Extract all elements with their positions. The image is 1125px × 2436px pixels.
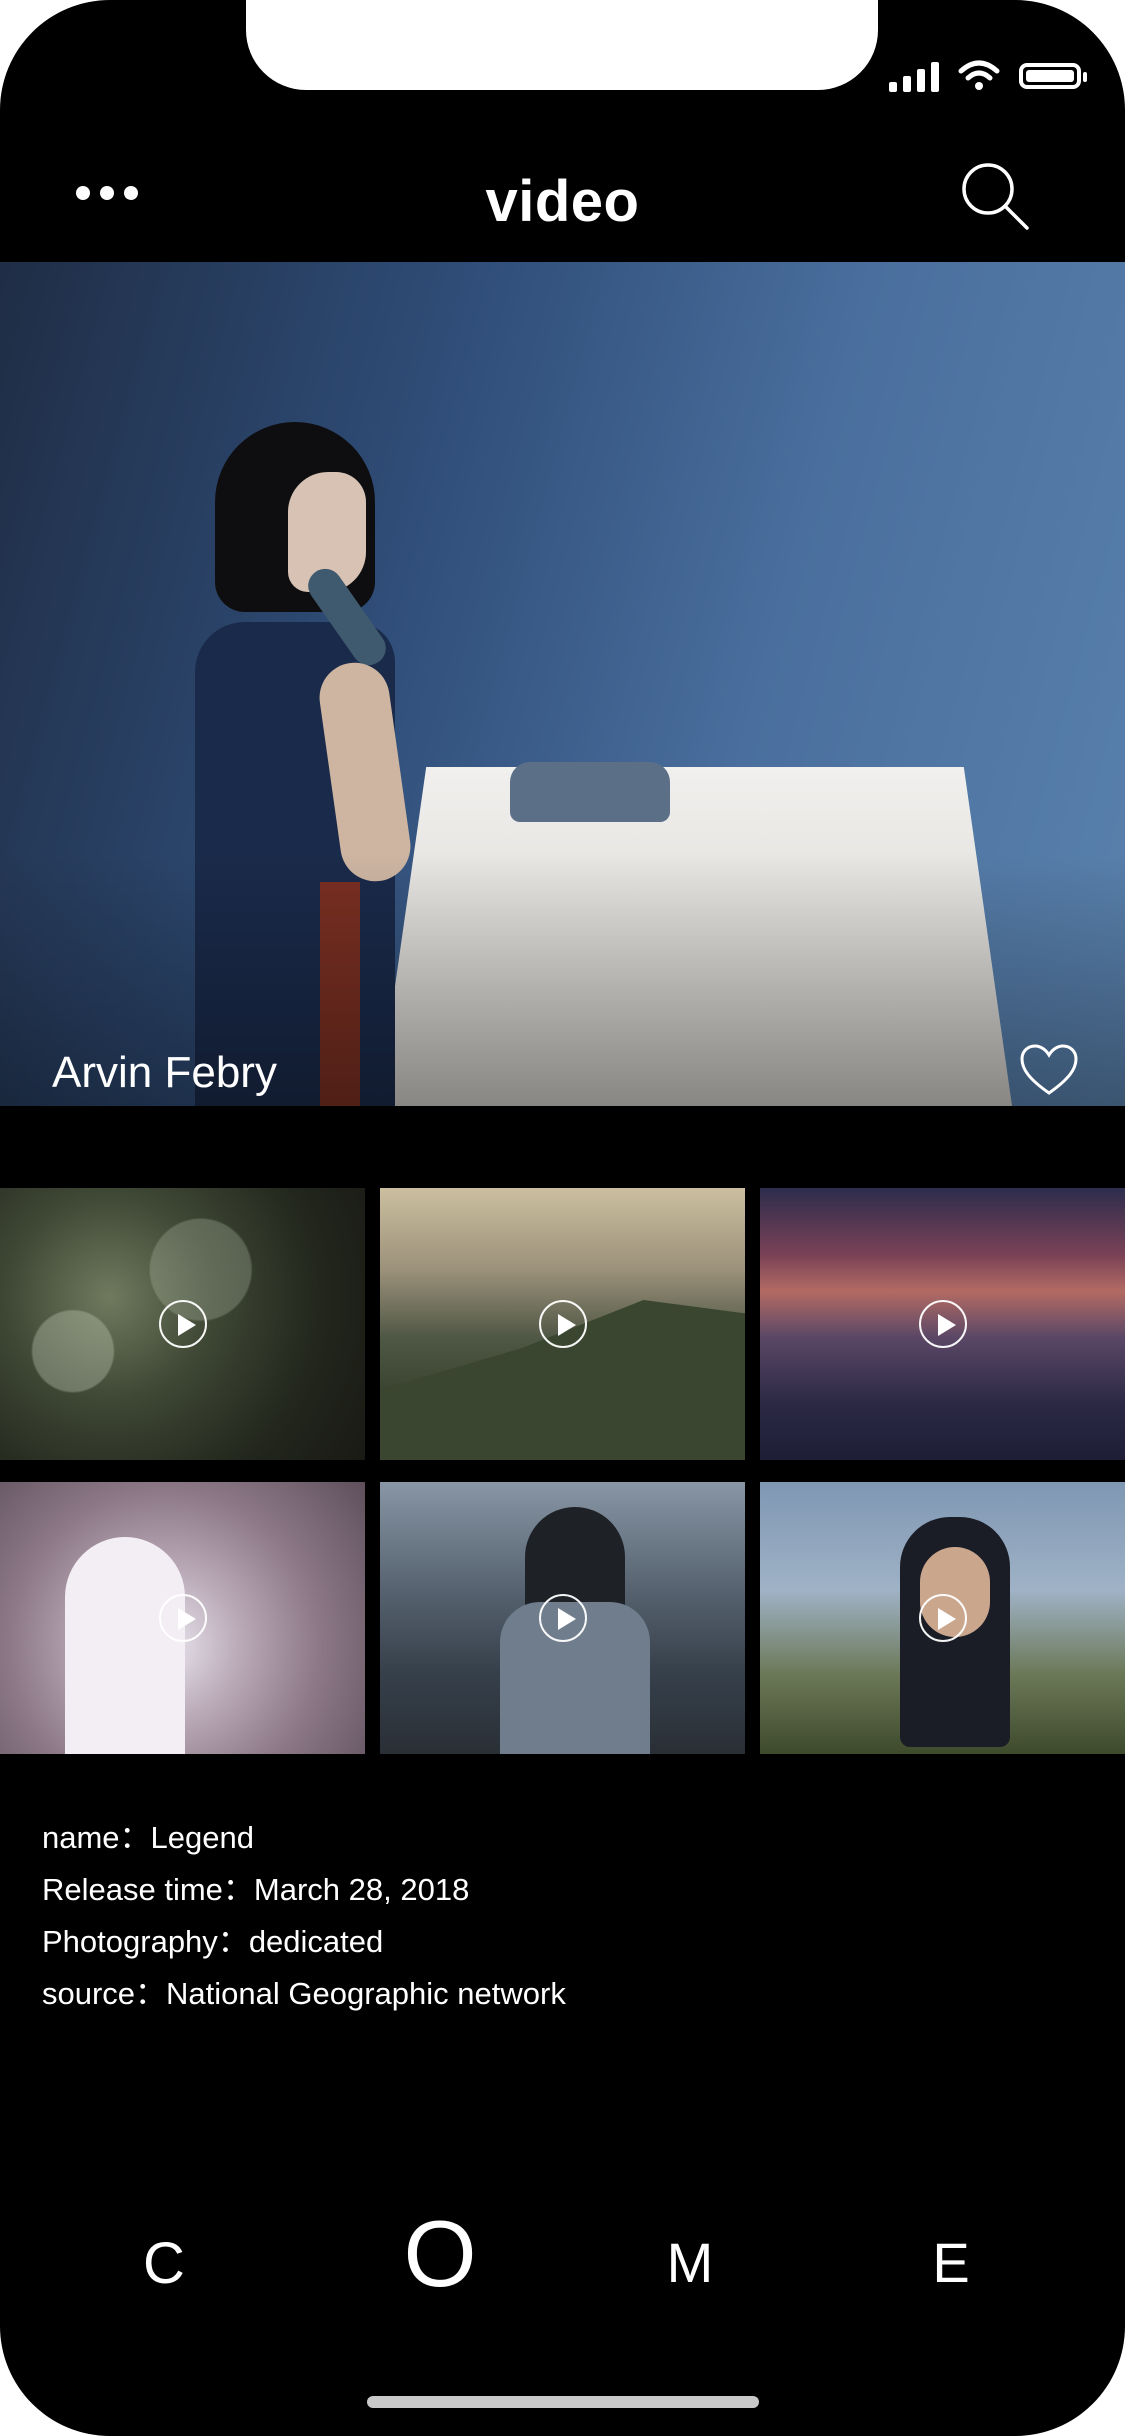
info-photography-value: dedicated <box>248 1924 384 1959</box>
search-icon[interactable] <box>957 158 1033 239</box>
bottom-nav: C O M E <box>0 2200 1125 2320</box>
video-grid <box>0 1188 1125 1754</box>
home-indicator[interactable] <box>367 2396 759 2408</box>
info-release-value: March 28, 2018 <box>253 1872 470 1907</box>
video-tile[interactable] <box>0 1188 365 1460</box>
video-info: name：Legend Release time：March 28, 2018 … <box>42 1812 566 2020</box>
cellular-signal-icon <box>889 60 939 92</box>
info-source-value: National Geographic network <box>166 1976 566 2011</box>
video-tile[interactable] <box>380 1482 745 1754</box>
nav-item-o[interactable]: O <box>403 2200 476 2308</box>
heart-icon[interactable] <box>1019 1043 1079 1102</box>
play-circle-icon[interactable] <box>158 1300 207 1348</box>
nav-item-c[interactable]: C <box>143 2230 185 2297</box>
phone-screen: video Arvin Febry name：Legend Release ti… <box>0 0 1125 2436</box>
notch <box>246 0 878 90</box>
play-circle-icon[interactable] <box>538 1300 587 1348</box>
info-name-value: Legend <box>150 1820 254 1855</box>
video-tile[interactable] <box>0 1482 365 1754</box>
info-release-label: Release time： <box>42 1872 254 1907</box>
info-name-label: name： <box>42 1820 151 1855</box>
play-circle-icon[interactable] <box>918 1594 967 1642</box>
hero-caption: Arvin Febry <box>52 1048 277 1097</box>
nav-item-m[interactable]: M <box>667 2230 714 2295</box>
play-circle-icon[interactable] <box>538 1594 587 1642</box>
info-release-row: Release time：March 28, 2018 <box>42 1864 566 1916</box>
wifi-icon <box>958 60 1000 90</box>
info-photography-label: Photography： <box>42 1924 249 1959</box>
video-tile[interactable] <box>760 1188 1125 1460</box>
video-tile[interactable] <box>380 1188 745 1460</box>
status-bar <box>889 56 1087 96</box>
header: video <box>0 150 1125 250</box>
info-source-label: source： <box>42 1976 167 2011</box>
play-circle-icon[interactable] <box>918 1300 967 1348</box>
info-name-row: name：Legend <box>42 1812 566 1864</box>
play-circle-icon[interactable] <box>158 1594 207 1642</box>
battery-icon <box>1019 63 1087 89</box>
hero-shade <box>0 262 1125 1106</box>
video-tile[interactable] <box>760 1482 1125 1754</box>
nav-item-e[interactable]: E <box>932 2230 969 2295</box>
info-source-row: source：National Geographic network <box>42 1968 566 2020</box>
featured-video[interactable]: Arvin Febry <box>0 262 1125 1106</box>
info-photography-row: Photography：dedicated <box>42 1916 566 1968</box>
